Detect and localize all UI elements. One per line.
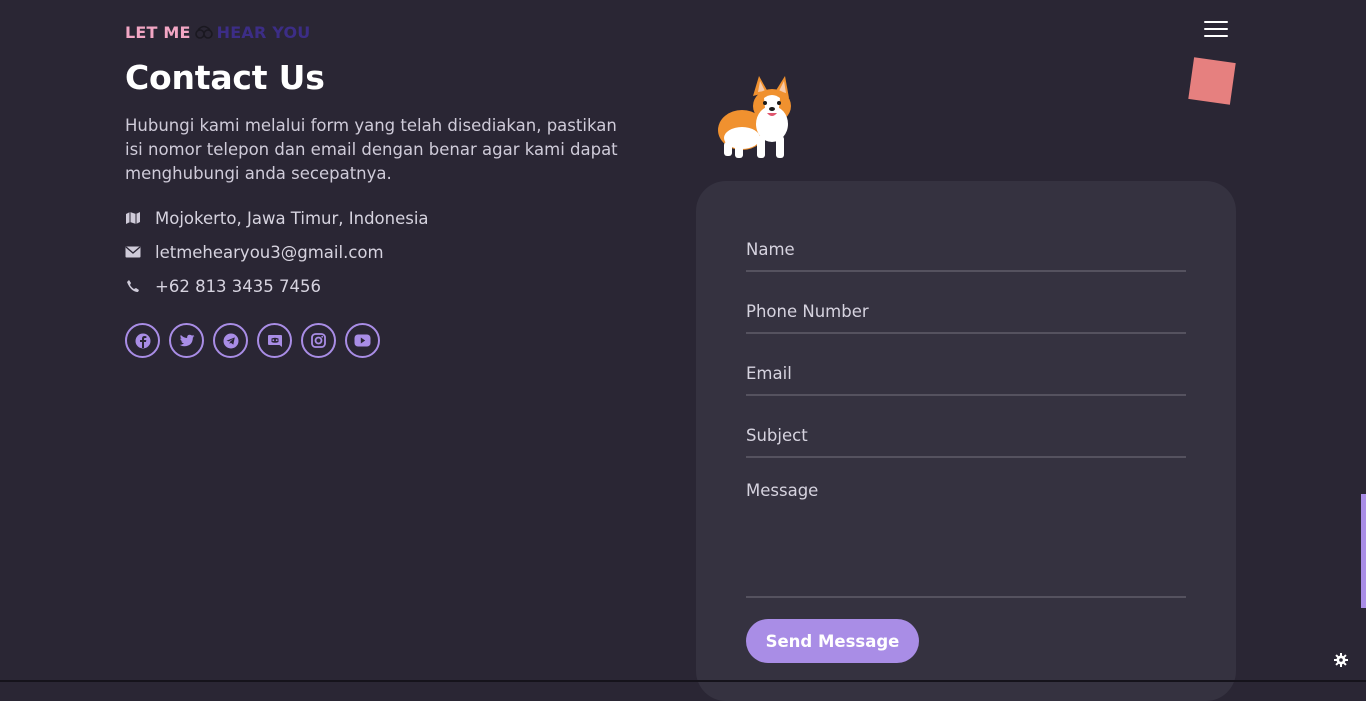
- logo-text-left: LET ME: [125, 22, 191, 42]
- subject-field[interactable]: Subject: [746, 426, 1186, 458]
- hamburger-menu-icon[interactable]: [1204, 20, 1228, 38]
- email-label: Email: [746, 364, 792, 383]
- decorative-square: [1188, 57, 1236, 105]
- email-text[interactable]: letmehearyou3@gmail.com: [155, 243, 384, 262]
- envelope-icon: [125, 244, 141, 260]
- phone-text[interactable]: +62 813 3435 7456: [155, 277, 321, 296]
- phone-row: +62 813 3435 7456: [125, 274, 321, 298]
- phone-icon: [125, 278, 141, 294]
- name-field[interactable]: Name: [746, 240, 1186, 272]
- telegram-icon[interactable]: [213, 323, 248, 358]
- logo-text-right: HEAR YOU: [216, 22, 311, 42]
- facebook-icon[interactable]: [125, 323, 160, 358]
- email-row: letmehearyou3@gmail.com: [125, 240, 384, 264]
- discord-icon[interactable]: [257, 323, 292, 358]
- logo[interactable]: LET ME HEAR YOU: [125, 20, 310, 44]
- instagram-icon[interactable]: [301, 323, 336, 358]
- side-feedback-tab[interactable]: [1361, 494, 1366, 608]
- address-row: Mojokerto, Jawa Timur, Indonesia: [125, 206, 429, 230]
- social-links: [125, 323, 380, 358]
- message-field[interactable]: Message: [746, 481, 1186, 598]
- youtube-icon[interactable]: [345, 323, 380, 358]
- page-title: Contact Us: [125, 58, 325, 97]
- logo-mark-icon: [194, 25, 213, 39]
- name-label: Name: [746, 240, 795, 259]
- contact-description: Hubungi kami melalui form yang telah dis…: [125, 116, 618, 183]
- address-text: Mojokerto, Jawa Timur, Indonesia: [155, 208, 429, 228]
- corgi-illustration: [718, 76, 791, 158]
- send-message-button[interactable]: Send Message: [746, 619, 919, 663]
- subject-label: Subject: [746, 426, 808, 445]
- email-field[interactable]: Email: [746, 364, 1186, 396]
- twitter-icon[interactable]: [169, 323, 204, 358]
- map-icon: [125, 210, 141, 226]
- phone-number-field[interactable]: Phone Number: [746, 302, 1186, 334]
- message-label: Message: [746, 481, 819, 500]
- phone-number-label: Phone Number: [746, 302, 869, 321]
- gear-icon[interactable]: [1333, 652, 1349, 668]
